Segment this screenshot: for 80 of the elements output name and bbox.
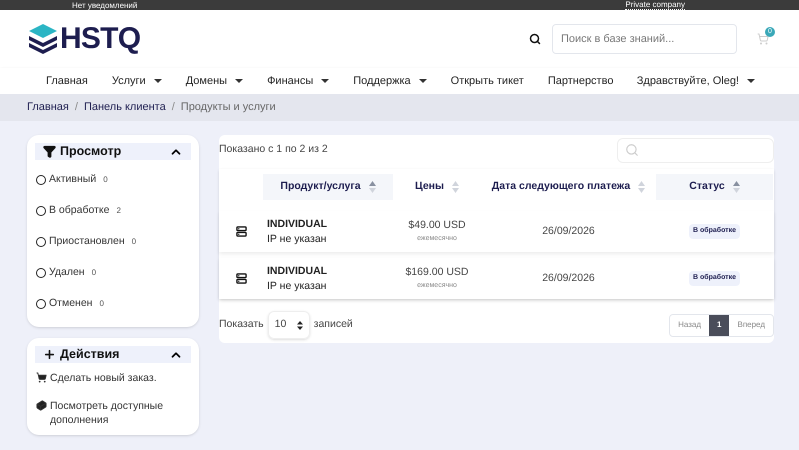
pagination-button[interactable]: 1 — [709, 314, 730, 336]
radio-button[interactable] — [36, 298, 46, 308]
column-header[interactable]: Цены — [393, 174, 481, 200]
nav-link[interactable]: Финансы — [267, 72, 330, 90]
sort-icon[interactable] — [732, 181, 740, 193]
filter-count: 0 — [92, 266, 96, 278]
filter-option[interactable]: Удален 0 — [36, 257, 199, 288]
notifications-link[interactable]: Нет уведомлений — [72, 1, 138, 10]
price-text: $169.00 USD — [405, 265, 469, 280]
radio-button[interactable] — [36, 206, 46, 216]
breadcrumb-link[interactable]: Панель клиента — [84, 99, 166, 116]
price-text: $49.00 USD — [408, 218, 466, 234]
action-link[interactable]: Посмотреть доступные дополнения — [36, 399, 191, 427]
filter-count: 0 — [132, 236, 136, 248]
filter-label: Отменен — [49, 296, 92, 311]
column-header[interactable]: Статус — [656, 174, 773, 200]
cubes-icon — [36, 400, 47, 411]
breadcrumb-separator: / — [74, 100, 78, 116]
filter-option[interactable]: Активный 0 — [36, 164, 199, 195]
filter-count: 2 — [116, 204, 121, 216]
cart-icon — [36, 372, 47, 383]
card-header[interactable]: Действия — [35, 346, 191, 363]
nav-link[interactable]: Домены — [186, 72, 244, 90]
pagination-button[interactable]: Вперед — [729, 314, 773, 336]
filter-option[interactable]: В обработке 2 — [36, 195, 199, 226]
breadcrumb-link[interactable]: Главная — [27, 99, 69, 116]
card-title: Действия — [60, 346, 120, 364]
product-ip: IP не указан — [267, 278, 328, 294]
nav-link[interactable]: Открыть тикет — [450, 72, 524, 90]
server-icon — [236, 226, 246, 237]
product-name: INDIVIDUAL — [267, 216, 328, 232]
length-label: Показать — [219, 317, 264, 332]
action-link[interactable]: Сделать новый заказ. — [36, 371, 191, 385]
plus-icon — [43, 348, 56, 361]
sort-icon[interactable] — [368, 181, 376, 193]
filter-label: Приостановлен — [49, 234, 125, 249]
filter-count: 0 — [99, 298, 104, 310]
filter-label: Активный — [49, 172, 96, 187]
nav-link[interactable]: Услуги — [112, 72, 162, 90]
search-field[interactable]: Поиск в базе знаний... — [552, 24, 737, 54]
filter-count: 0 — [103, 174, 108, 186]
caret-icon — [321, 79, 330, 83]
column-header[interactable]: Продукт/услуга — [263, 174, 393, 200]
cart-icon[interactable] — [757, 33, 769, 45]
logo-text[interactable]: HSTQ — [60, 24, 140, 54]
product-ip: IP не указан — [267, 232, 328, 246]
caret-icon — [747, 79, 755, 83]
filter-label: Удален — [49, 264, 85, 280]
caret-icon — [154, 79, 162, 83]
logo-icon — [28, 22, 58, 56]
search-icon — [625, 143, 639, 157]
filter-icon — [43, 145, 56, 158]
length-label: записей — [314, 317, 353, 332]
radio-button[interactable] — [36, 236, 46, 246]
radio-button[interactable] — [36, 268, 46, 278]
nav-link[interactable]: Главная — [46, 72, 88, 90]
filter-label: В обработке — [49, 202, 110, 218]
filter-option[interactable]: Отменен 0 — [36, 288, 199, 319]
table-search-field[interactable] — [617, 138, 774, 162]
caret-icon — [235, 79, 244, 83]
column-header[interactable]: Дата следующего платежа — [481, 174, 656, 200]
caret-icon — [418, 79, 427, 83]
next-payment-date: 26/09/2026 — [541, 270, 596, 286]
user-menu[interactable]: Здравствуйте, Oleg! — [636, 72, 755, 90]
table-info: Показано с 1 по 2 из 2 — [219, 142, 328, 158]
card-header[interactable]: Просмотр — [35, 143, 191, 160]
filter-option[interactable]: Приостановлен 0 — [36, 226, 199, 257]
radio-button[interactable] — [36, 174, 46, 184]
breadcrumb-link[interactable]: Продукты и услуги — [180, 99, 276, 116]
product-name: INDIVIDUAL — [267, 264, 328, 278]
nav-link[interactable]: Поддержка — [353, 72, 427, 90]
nav-link[interactable]: Партнерство — [548, 72, 614, 90]
breadcrumb-separator: / — [172, 100, 175, 116]
page-size-select[interactable]: 10 — [268, 311, 310, 339]
search-icon[interactable] — [529, 33, 541, 45]
pagination-button[interactable]: Назад — [670, 314, 710, 336]
server-icon — [236, 273, 246, 284]
select-arrows-icon — [296, 320, 303, 330]
next-payment-date: 26/09/2026 — [541, 224, 596, 239]
card-title: Просмотр — [60, 143, 122, 160]
